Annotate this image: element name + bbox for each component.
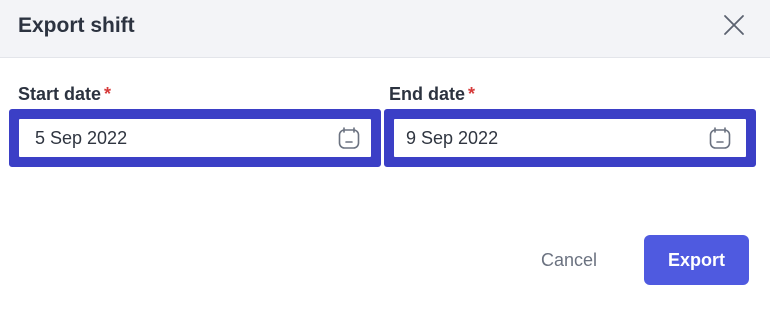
start-date-label: Start date * (18, 83, 111, 105)
cancel-button[interactable]: Cancel (520, 238, 618, 282)
close-button[interactable] (722, 13, 746, 37)
start-date-value: 5 Sep 2022 (35, 128, 128, 148)
calendar-icon (709, 127, 731, 149)
end-date-input[interactable]: 9 Sep 2022 (394, 119, 746, 157)
start-date-label-text: Start date (18, 84, 102, 104)
dialog-header: Export shift (0, 0, 770, 58)
export-button[interactable]: Export (644, 235, 749, 285)
start-date-input[interactable]: 5 Sep 2022 (19, 119, 371, 157)
close-icon (724, 15, 744, 35)
end-date-label: End date * (389, 83, 475, 105)
end-date-picker-button[interactable] (708, 126, 732, 150)
start-date-picker-button[interactable] (337, 126, 361, 150)
required-marker: * (468, 84, 476, 104)
end-date-label-text: End date (389, 84, 466, 104)
start-date-field[interactable]: 5 Sep 2022 (9, 109, 381, 167)
end-date-field[interactable]: 9 Sep 2022 (384, 109, 756, 167)
calendar-icon (338, 127, 360, 149)
export-shift-dialog: Export shift Start date * 5 Sep 2022 End … (0, 0, 770, 311)
dialog-title: Export shift (18, 14, 135, 37)
end-date-value: 9 Sep 2022 (406, 128, 499, 148)
required-marker: * (104, 84, 112, 104)
